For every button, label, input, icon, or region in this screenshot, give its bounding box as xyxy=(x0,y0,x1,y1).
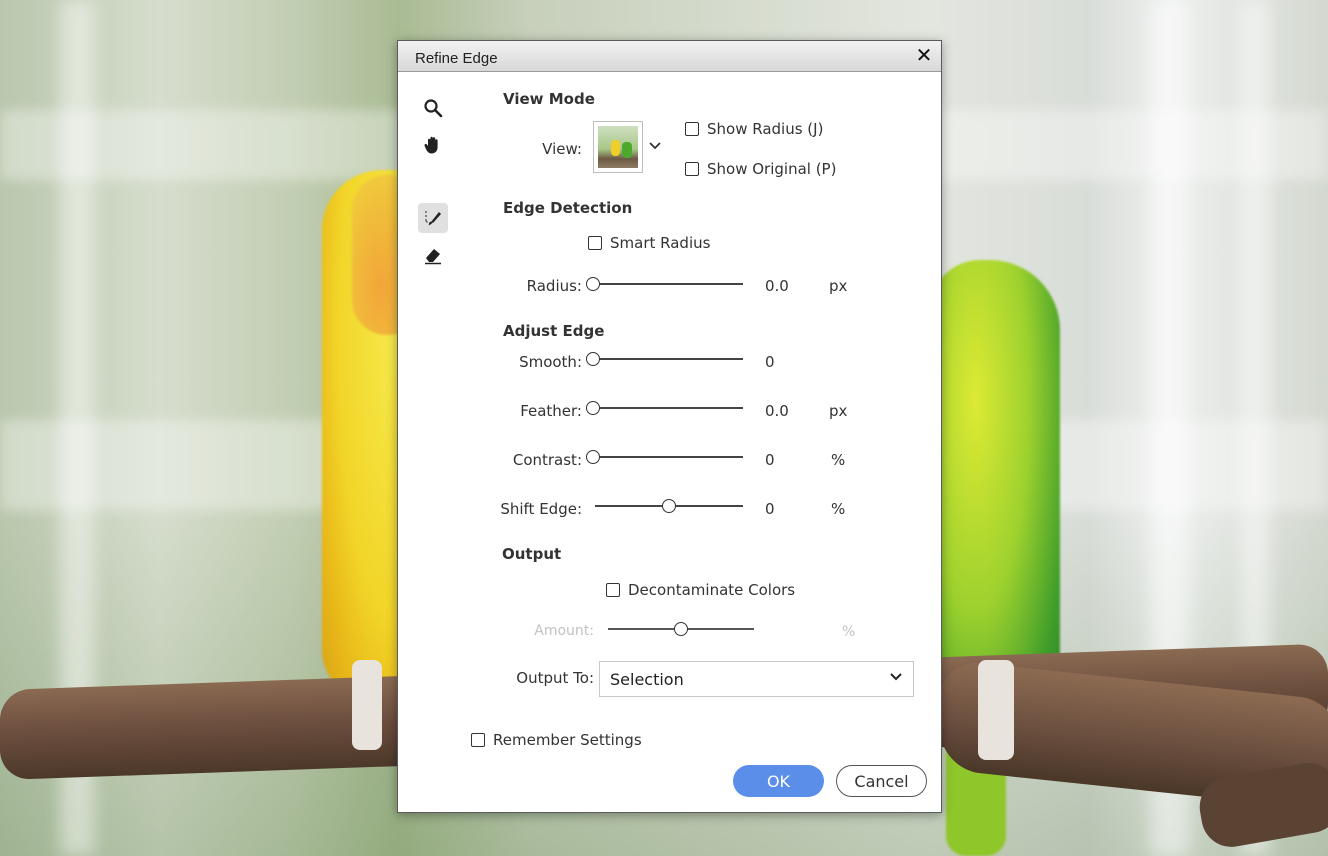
smart-radius-checkbox[interactable]: Smart Radius xyxy=(588,234,710,252)
chevron-down-icon[interactable] xyxy=(648,139,662,157)
show-original-checkbox[interactable]: Show Original (P) xyxy=(685,160,836,178)
decontaminate-colors-checkbox[interactable]: Decontaminate Colors xyxy=(606,581,795,599)
slider-thumb[interactable] xyxy=(674,622,688,636)
feather-unit: px xyxy=(829,402,848,420)
cancel-button[interactable]: Cancel xyxy=(836,765,927,797)
title-bar[interactable]: Refine Edge ✕ xyxy=(398,41,941,72)
chevron-down-icon xyxy=(889,670,903,688)
smooth-slider[interactable] xyxy=(586,352,743,366)
output-to-label: Output To: xyxy=(516,669,594,687)
zoom-icon[interactable] xyxy=(418,93,448,123)
feather-label: Feather: xyxy=(520,402,582,420)
contrast-value: 0 xyxy=(765,451,775,469)
checkbox-box[interactable] xyxy=(606,583,620,597)
output-to-select[interactable]: Selection xyxy=(599,661,914,697)
view-thumbnail[interactable] xyxy=(593,121,643,173)
slider-thumb[interactable] xyxy=(662,499,676,513)
adjust-edge-heading: Adjust Edge xyxy=(503,322,605,340)
slider-thumb[interactable] xyxy=(586,450,600,464)
amount-label: Amount: xyxy=(534,623,594,639)
show-radius-label: Show Radius (J) xyxy=(707,120,824,138)
view-mode-heading: View Mode xyxy=(503,90,595,108)
slider-thumb[interactable] xyxy=(586,401,600,415)
radius-label: Radius: xyxy=(526,277,582,295)
remember-settings-checkbox[interactable]: Remember Settings xyxy=(471,731,642,749)
checkbox-box[interactable] xyxy=(685,122,699,136)
show-original-label: Show Original (P) xyxy=(707,160,837,178)
ok-button[interactable]: OK xyxy=(733,765,824,797)
show-radius-checkbox[interactable]: Show Radius (J) xyxy=(685,120,823,138)
eraser-icon[interactable] xyxy=(418,240,448,270)
smart-radius-label: Smart Radius xyxy=(610,234,711,252)
checkbox-box[interactable] xyxy=(471,733,485,747)
shift-edge-label: Shift Edge: xyxy=(500,500,582,518)
remember-settings-label: Remember Settings xyxy=(493,731,642,749)
close-icon[interactable]: ✕ xyxy=(913,43,935,67)
decontaminate-colors-label: Decontaminate Colors xyxy=(628,581,796,599)
radius-slider[interactable] xyxy=(586,277,743,291)
contrast-unit: % xyxy=(831,451,846,469)
amount-unit: % xyxy=(842,624,856,640)
output-heading: Output xyxy=(502,545,562,563)
output-to-value: Selection xyxy=(610,669,684,689)
amount-slider[interactable] xyxy=(608,622,754,636)
checkbox-box[interactable] xyxy=(685,162,699,176)
contrast-slider[interactable] xyxy=(586,450,743,464)
slider-thumb[interactable] xyxy=(586,277,600,291)
radius-unit: px xyxy=(829,277,848,295)
radius-value: 0.0 xyxy=(765,277,789,295)
checkbox-box[interactable] xyxy=(588,236,602,250)
shift-edge-slider[interactable] xyxy=(595,499,743,513)
hand-icon[interactable] xyxy=(418,130,448,160)
feather-slider[interactable] xyxy=(586,401,743,415)
refine-edge-dialog: Refine Edge ✕ View Mode View: Show Radiu… xyxy=(397,40,942,813)
smooth-label: Smooth: xyxy=(519,353,582,371)
contrast-label: Contrast: xyxy=(512,451,582,469)
edge-detection-heading: Edge Detection xyxy=(503,199,633,217)
shift-edge-value: 0 xyxy=(765,500,775,518)
shift-edge-unit: % xyxy=(831,500,846,518)
smooth-value: 0 xyxy=(765,353,775,371)
dialog-title: Refine Edge xyxy=(415,50,498,67)
view-label: View: xyxy=(542,140,582,158)
refine-radius-brush-icon[interactable] xyxy=(418,203,448,233)
feather-value: 0.0 xyxy=(765,402,789,420)
slider-thumb[interactable] xyxy=(586,352,600,366)
